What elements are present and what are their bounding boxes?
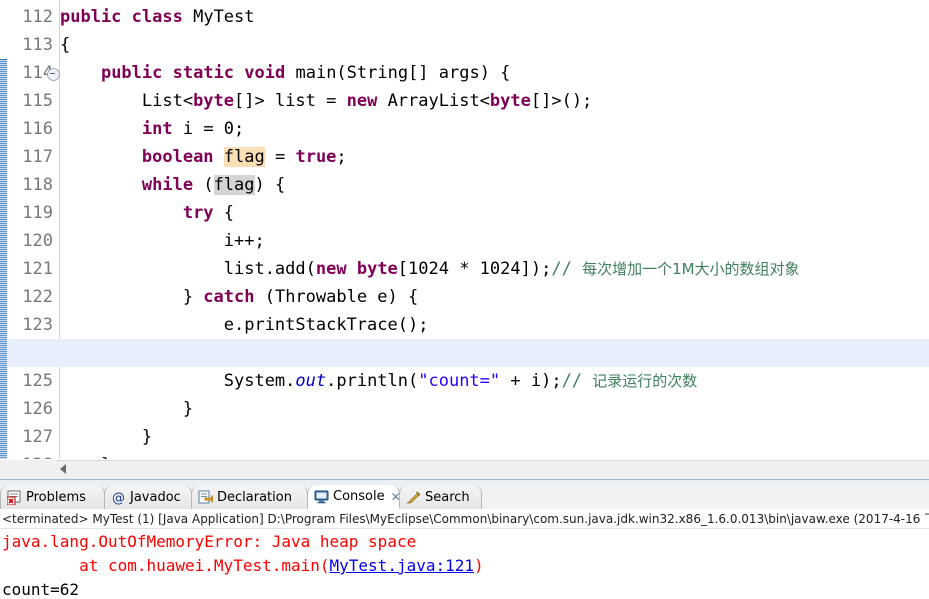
code-line: int i = 0; (141, 119, 245, 139)
declaration-icon (198, 490, 214, 505)
code-line: boolean flag = true; (141, 147, 347, 167)
tab-search[interactable]: Search (399, 485, 482, 509)
tab-label: Console (333, 489, 385, 504)
change-indicator-bar (0, 0, 7, 459)
code-line: } (60, 451, 929, 459)
code-line: { (60, 35, 71, 55)
console-view[interactable]: <terminated> MyTest (1) [Java Applicatio… (0, 509, 929, 599)
changed-lines-indicator (0, 59, 7, 459)
code-line: } (60, 399, 194, 419)
code-line: public static void main(String[] args) { (100, 63, 511, 83)
line-number: 119 (22, 203, 53, 223)
line-number: 122 (22, 287, 53, 307)
code-line: e.printStackTrace(); (60, 315, 429, 335)
code-text-area[interactable]: public class MyTest { public static void … (60, 0, 929, 459)
code-line: try { (182, 203, 235, 223)
line-number: 118 (22, 175, 53, 195)
problems-icon (6, 490, 22, 505)
line-number: 125 (22, 371, 53, 391)
java-code-editor[interactable]: 1121131141151161171181191201211221231241… (0, 0, 929, 459)
line-number: 121 (22, 259, 53, 279)
line-number: 117 (22, 147, 53, 167)
javadoc-at-icon: @ (111, 490, 126, 506)
line-number: 116 (22, 119, 53, 139)
console-error-line: java.lang.OutOfMemoryError: Java heap sp… (2, 532, 417, 551)
tab-close-icon[interactable]: ✕ (391, 490, 401, 504)
line-number: 115 (22, 91, 53, 111)
tab-label: Problems (26, 489, 86, 505)
current-line-highlight-gutter (7, 339, 60, 367)
tab-label: Declaration (217, 489, 292, 505)
line-number: 127 (22, 427, 53, 447)
line-number: 112 (22, 7, 53, 27)
line-number: 113 (22, 35, 53, 55)
source-file-link[interactable]: MyTest.java:121 (330, 556, 475, 575)
fold-collapse-icon[interactable] (47, 68, 60, 81)
bottom-view-tab-bar[interactable]: Problems @ Javadoc Declaration Console ✕ Searc… (0, 485, 929, 510)
code-line: list.add(new byte[1024 * 1024]);// 每次增加一… (60, 259, 800, 279)
code-line: public class MyTest (60, 7, 255, 27)
code-line: System.out.println("count=" + i);// 记录运行… (60, 371, 698, 391)
tab-problems[interactable]: Problems (0, 485, 105, 509)
line-number: 123 (22, 315, 53, 335)
line-number: 128 (7, 451, 53, 459)
line-number-gutter[interactable]: 1121131141151161171181191201211221231241… (7, 0, 60, 459)
code-line: } (60, 427, 153, 447)
scroll-left-arrow-icon[interactable] (60, 464, 66, 474)
scrollbar-track[interactable] (56, 460, 929, 481)
console-launch-header: <terminated> MyTest (1) [Java Applicatio… (0, 509, 929, 529)
console-stdout-line: count=62 (2, 580, 80, 599)
line-number: 120 (22, 231, 53, 251)
code-line: List<byte[]> list = new ArrayList<byte[]… (60, 91, 593, 111)
line-number: 126 (22, 399, 53, 419)
tab-console[interactable]: Console ✕ (307, 485, 401, 509)
tab-declaration[interactable]: Declaration (191, 485, 308, 509)
eclipse-ide-window: 1121131141151161171181191201211221231241… (0, 0, 929, 599)
code-line: while (flag) { (141, 175, 286, 195)
code-line: } catch (Throwable e) { (60, 287, 419, 307)
tab-label: Search (425, 489, 470, 505)
svg-text:@: @ (112, 491, 125, 505)
stacktrace-suffix: ) (474, 556, 484, 575)
tab-javadoc[interactable]: @ Javadoc (104, 485, 192, 509)
console-icon (314, 489, 329, 504)
current-line-highlight (60, 339, 929, 367)
tab-label: Javadoc (130, 489, 181, 505)
console-stacktrace-line[interactable]: at com.huawei.MyTest.main(MyTest.java:12… (2, 555, 484, 577)
editor-horizontal-scrollbar[interactable] (0, 459, 929, 481)
search-pencil-icon (406, 490, 421, 505)
scrollbar-left-cap (0, 460, 56, 480)
code-line: i++; (60, 231, 265, 251)
stacktrace-prefix: at com.huawei.MyTest.main( (2, 556, 330, 575)
